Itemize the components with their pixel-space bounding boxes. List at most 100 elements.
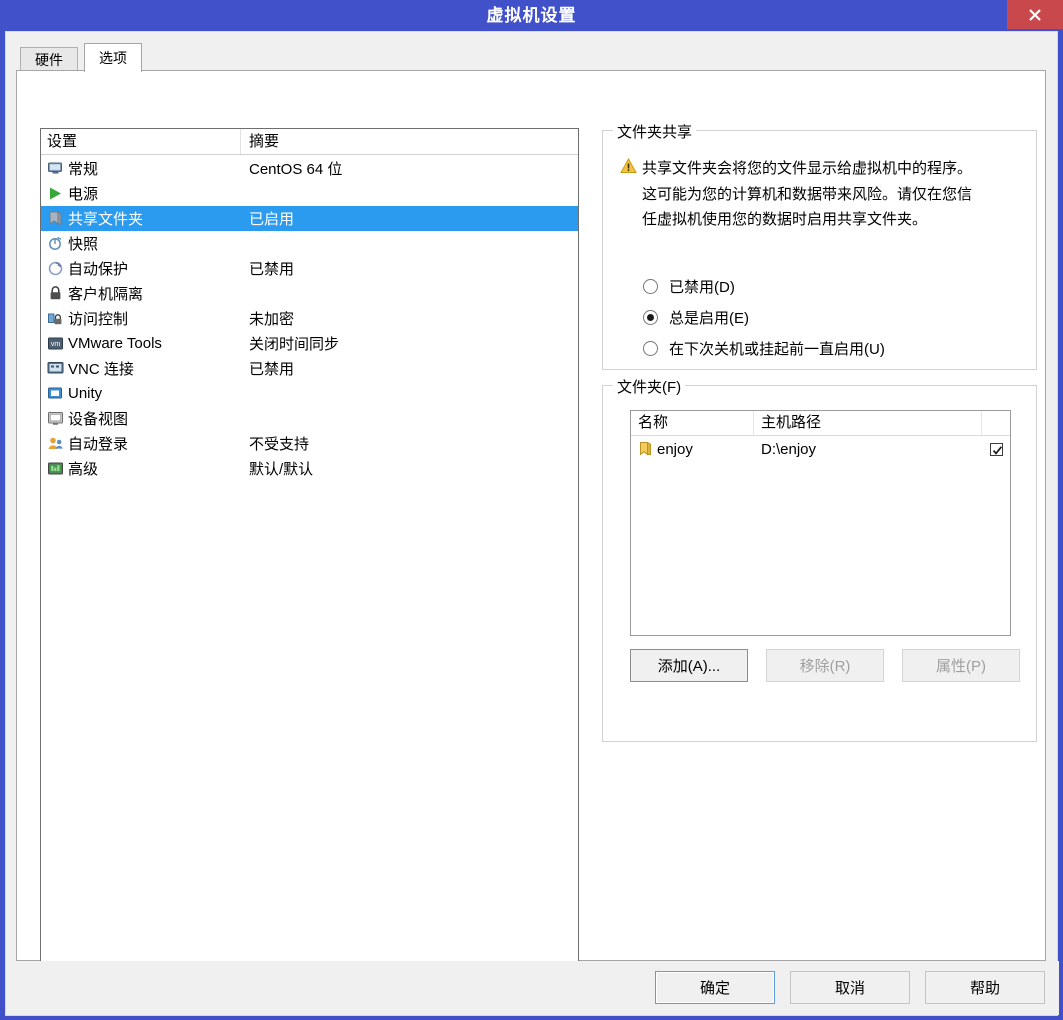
radio-icon[interactable] [643,341,658,356]
settings-row-name: 自动保护 [41,258,241,279]
folder-row[interactable]: enjoy D:\enjoy [631,436,1010,463]
settings-row-电源[interactable]: 电源 [41,181,578,206]
sharing-option-0[interactable]: 已禁用(D) [643,271,885,302]
sharing-option-label: 在下次关机或挂起前一直启用(U) [669,341,885,358]
settings-row-name: vm VMware Tools [41,335,241,352]
folders-column-enabled [982,411,1010,435]
settings-list[interactable]: 设置 摘要 常规 CentOS 64 位电源 共享文件夹 已启用 快照 自动保护 已禁用 客户… [40,128,579,977]
settings-row-name: 高级 [41,458,241,479]
folder-sharing-group: 文件夹共享 共享文件夹会将您的文件显示给虚拟机中的程序。这可能为您的计算机和数据… [602,121,1037,370]
folders-group: 文件夹(F) 名称 主机路径 enjoy D:\enjoy 添加(A)... 移除(… [602,376,1037,742]
settings-list-header: 设置 摘要 [41,129,578,155]
sharing-option-1[interactable]: 总是启用(E) [643,302,885,333]
settings-row-客户机隔离[interactable]: 客户机隔离 [41,281,578,306]
settings-row-name: 共享文件夹 [41,208,241,229]
tab-hardware[interactable]: 硬件 [20,47,78,71]
cancel-button[interactable]: 取消 [790,971,910,1004]
folders-table-rows: enjoy D:\enjoy [631,436,1010,463]
props-folder-button: 属性(P) [902,649,1020,682]
settings-list-rows: 常规 CentOS 64 位电源 共享文件夹 已启用 快照 自动保护 已禁用 客户机隔离 访问控… [41,155,578,481]
add-folder-button[interactable]: 添加(A)... [630,649,748,682]
advanced-icon [47,460,64,477]
shared-folder-icon [47,210,64,227]
settings-row-label: 电源 [68,186,99,203]
settings-row-name: 快照 [41,233,241,254]
settings-row-name: 自动登录 [41,433,241,454]
settings-row-label: 设备视图 [68,411,129,428]
lock-icon [47,285,64,302]
settings-row-label: 自动保护 [68,261,129,278]
tab-options[interactable]: 选项 [84,43,142,72]
folder-icon [638,441,653,458]
folders-column-path: 主机路径 [754,411,982,435]
ok-button[interactable]: 确定 [655,971,775,1004]
sharing-option-label: 已禁用(D) [669,279,735,296]
settings-row-VNC 连接[interactable]: VNC 连接 已禁用 [41,356,578,381]
snapshot-icon [47,235,64,252]
settings-row-label: VNC 连接 [68,361,134,378]
settings-row-VMware Tools[interactable]: vm VMware Tools 关闭时间同步 [41,331,578,356]
footer-buttons: 确定 取消 帮助 [655,971,1045,1004]
settings-row-summary: 已启用 [249,211,295,228]
settings-row-label: 访问控制 [68,311,129,328]
settings-row-自动保护[interactable]: 自动保护 已禁用 [41,256,578,281]
device-view-icon [47,410,64,427]
checkbox-icon[interactable] [989,443,1003,456]
folders-column-name: 名称 [631,411,754,435]
sharing-warning: 共享文件夹会将您的文件显示给虚拟机中的程序。这可能为您的计算机和数据带来风险。请… [620,156,1020,233]
settings-row-label: 常规 [68,161,99,178]
folders-table[interactable]: 名称 主机路径 enjoy D:\enjoy [630,410,1011,636]
remove-folder-button: 移除(R) [766,649,884,682]
settings-row-summary: 已禁用 [249,261,295,278]
settings-row-设备视图[interactable]: 设备视图 [41,406,578,431]
column-header-setting: 设置 [41,129,241,154]
folders-table-header: 名称 主机路径 [631,411,1010,436]
settings-row-label: 自动登录 [68,436,129,453]
folder-row-name-cell: enjoy [631,441,754,458]
unity-icon [47,385,64,402]
column-header-summary: 摘要 [249,133,280,150]
radio-icon[interactable] [643,279,658,294]
access-control-icon [47,310,64,327]
settings-row-summary: CentOS 64 位 [249,161,343,178]
folders-title: 文件夹(F) [613,376,686,397]
sharing-warning-text: 共享文件夹会将您的文件显示给虚拟机中的程序。这可能为您的计算机和数据带来风险。请… [642,160,973,228]
folder-row-enabled-cell[interactable] [982,443,1010,456]
settings-row-label: 客户机隔离 [68,286,144,303]
sharing-option-2[interactable]: 在下次关机或挂起前一直启用(U) [643,333,885,364]
settings-row-name: 访问控制 [41,308,241,329]
settings-row-label: 共享文件夹 [68,211,144,228]
settings-row-summary: 不受支持 [249,436,310,453]
dialog-body: 硬件 选项 设置 摘要 常规 CentOS 64 位电源共享文件夹 已启用快照自动保… [5,31,1059,1016]
settings-row-summary: 未加密 [249,311,295,328]
sharing-option-label: 总是启用(E) [669,310,749,327]
settings-row-自动登录[interactable]: 自动登录 不受支持 [41,431,578,456]
help-button[interactable]: 帮助 [925,971,1045,1004]
vmware-tools-icon: vm [47,335,64,352]
folder-sharing-title: 文件夹共享 [613,121,697,142]
settings-row-name: 电源 [41,183,241,204]
settings-row-Unity[interactable]: Unity [41,381,578,406]
settings-row-name: 客户机隔离 [41,283,241,304]
settings-row-name: VNC 连接 [41,358,241,379]
monitor-icon [47,160,64,177]
close-icon [1025,5,1045,25]
settings-row-常规[interactable]: 常规 CentOS 64 位 [41,156,578,181]
settings-row-共享文件夹[interactable]: 共享文件夹 已启用 [41,206,578,231]
folders-action-buttons: 添加(A)... 移除(R) 属性(P) [630,649,1020,682]
settings-row-name: Unity [41,385,241,402]
auto-login-icon [47,435,64,452]
vnc-icon [47,360,64,377]
tab-strip: 硬件 选项 [16,43,1046,72]
radio-icon[interactable] [643,310,658,325]
settings-row-访问控制[interactable]: 访问控制 未加密 [41,306,578,331]
sharing-options: 已禁用(D) 总是启用(E) 在下次关机或挂起前一直启用(U) [643,271,885,364]
window-title: 虚拟机设置 [486,6,577,25]
title-bar: 虚拟机设置 [0,0,1063,31]
vm-settings-dialog: 虚拟机设置 硬件 选项 设置 摘要 常规 CentOS 64 位电源 共享文件夹… [0,0,1063,1020]
close-button[interactable] [1007,0,1063,29]
settings-row-快照[interactable]: 快照 [41,231,578,256]
settings-row-summary: 已禁用 [249,361,295,378]
settings-row-label: 快照 [68,236,99,253]
settings-row-高级[interactable]: 高级 默认/默认 [41,456,578,481]
